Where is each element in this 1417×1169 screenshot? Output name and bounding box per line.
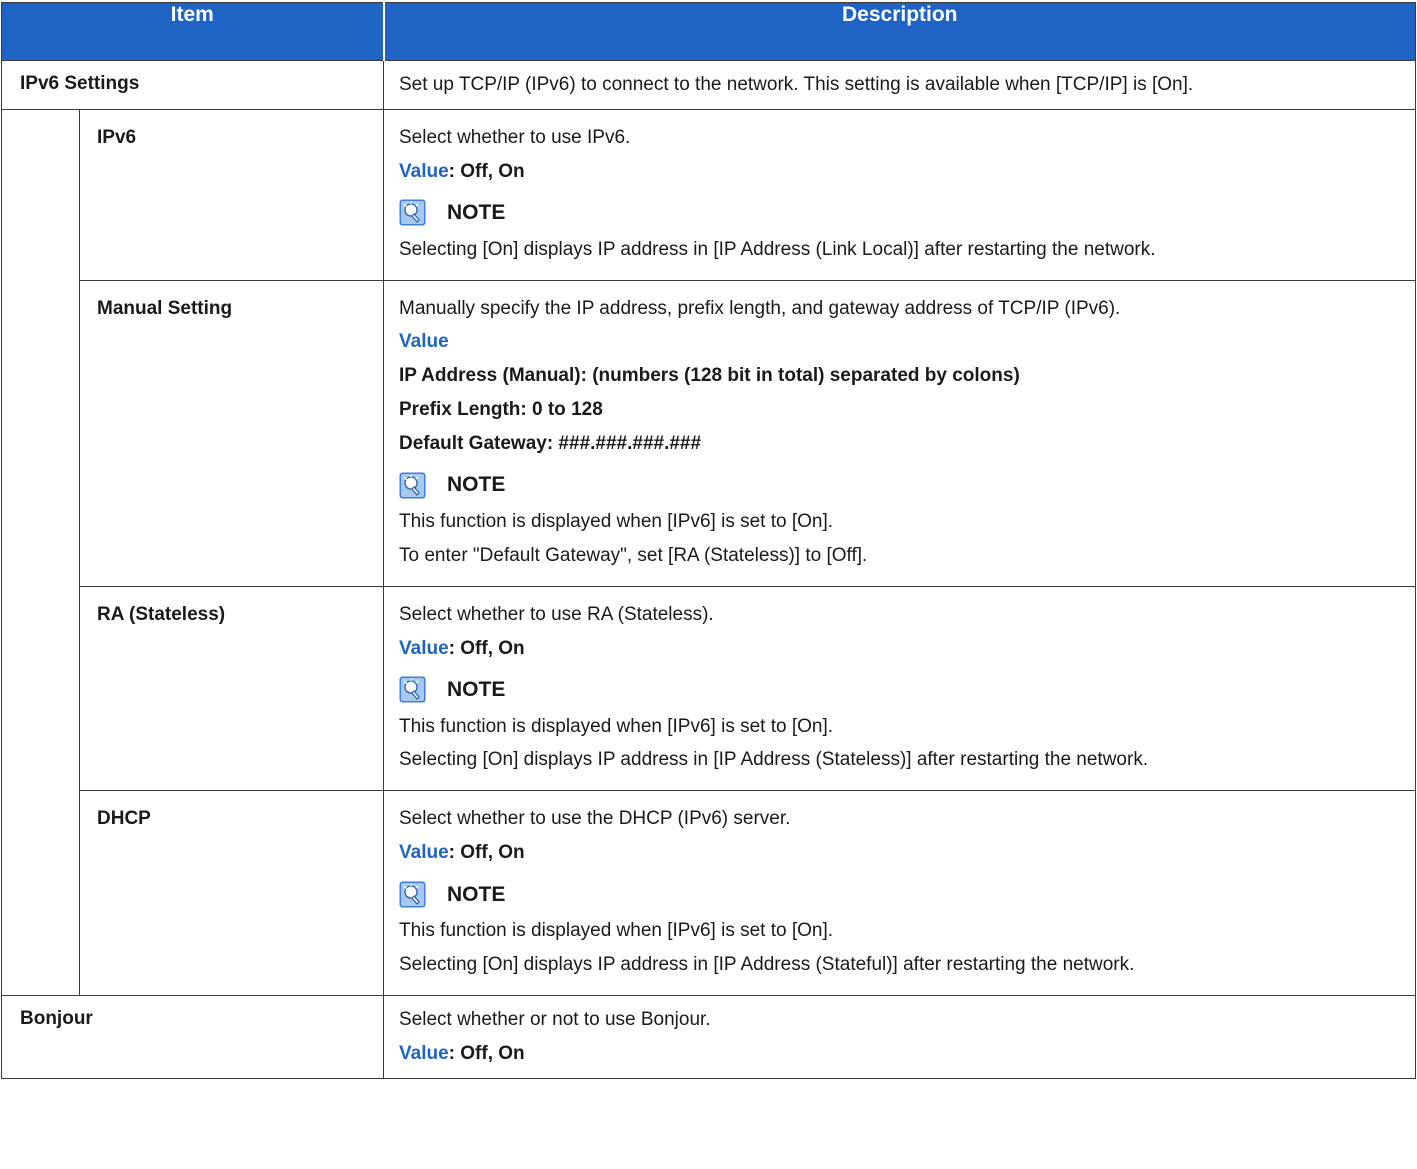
item-bonjour: Bonjour bbox=[1, 994, 384, 1079]
item-ipv6: IPv6 bbox=[79, 108, 384, 281]
description-text: Select whether or not to use Bonjour. bbox=[399, 1008, 711, 1030]
item-manual-setting: Manual Setting bbox=[79, 279, 384, 587]
value-default-gateway: Default Gateway: ###.###.###.### bbox=[399, 433, 702, 455]
note-title: NOTE bbox=[447, 678, 506, 702]
note-title: NOTE bbox=[447, 473, 506, 497]
table-header-row: Item Description bbox=[1, 2, 1416, 61]
header-description: Description bbox=[382, 2, 1416, 61]
note-lightbulb-icon bbox=[399, 676, 426, 703]
note-lightbulb-icon bbox=[399, 472, 426, 499]
table-row: IPv6 Select whether to use IPv6. Value: … bbox=[1, 108, 1416, 996]
value-text: : Off, On bbox=[448, 160, 525, 182]
description-text: Manually specify the IP address, prefix … bbox=[399, 297, 1121, 319]
note-heading: NOTE bbox=[399, 198, 1403, 228]
note-title: NOTE bbox=[447, 882, 506, 906]
item-dhcp: DHCP bbox=[79, 790, 384, 996]
value-label: Value bbox=[399, 160, 449, 182]
value-line: Value: Off, On bbox=[399, 837, 1403, 871]
settings-table: Item Description IPv6 Settings Set up TC… bbox=[1, 2, 1416, 1079]
note-text: To enter "Default Gateway", set [RA (Sta… bbox=[399, 544, 868, 566]
note-heading: NOTE bbox=[399, 879, 1403, 909]
note-heading: NOTE bbox=[399, 470, 1403, 500]
desc-ra-stateless: Select whether to use RA (Stateless). Va… bbox=[383, 585, 1416, 792]
table-row: Manual Setting Manually specify the IP a… bbox=[2, 279, 1416, 587]
note-text: This function is displayed when [IPv6] i… bbox=[399, 511, 834, 533]
note-text: Selecting [On] displays IP address in [I… bbox=[399, 954, 1135, 976]
note-text: This function is displayed when [IPv6] i… bbox=[399, 920, 834, 942]
note-text: This function is displayed when [IPv6] i… bbox=[399, 715, 834, 737]
description-text: Set up TCP/IP (IPv6) to connect to the n… bbox=[399, 74, 1194, 95]
value-line: Value: Off, On bbox=[399, 156, 1403, 190]
value-line: Value: Off, On bbox=[399, 1038, 1403, 1072]
table-row: RA (Stateless) Select whether to use RA … bbox=[2, 585, 1416, 792]
table-row: IPv6 Settings Set up TCP/IP (IPv6) to co… bbox=[1, 60, 1416, 110]
desc-dhcp: Select whether to use the DHCP (IPv6) se… bbox=[383, 790, 1416, 996]
description-text: Select whether to use IPv6. bbox=[399, 126, 631, 148]
value-text: : Off, On bbox=[448, 637, 525, 659]
value-label: Value bbox=[399, 1042, 449, 1064]
description-text: Select whether to use the DHCP (IPv6) se… bbox=[399, 808, 791, 830]
value-text: : Off, On bbox=[448, 842, 525, 864]
value-label: Value bbox=[399, 331, 449, 353]
desc-manual-setting: Manually specify the IP address, prefix … bbox=[383, 279, 1416, 587]
header-item: Item bbox=[1, 2, 384, 61]
item-ipv6-settings: IPv6 Settings bbox=[1, 60, 384, 110]
value-text: : Off, On bbox=[448, 1042, 525, 1064]
value-line: Value: Off, On bbox=[399, 633, 1403, 667]
desc-bonjour: Select whether or not to use Bonjour. Va… bbox=[383, 994, 1416, 1079]
note-title: NOTE bbox=[447, 201, 506, 225]
description-text: Select whether to use RA (Stateless). bbox=[399, 603, 714, 625]
desc-ipv6-settings: Set up TCP/IP (IPv6) to connect to the n… bbox=[383, 60, 1416, 110]
note-lightbulb-icon bbox=[399, 881, 426, 908]
value-ip-address: IP Address (Manual): (numbers (128 bit i… bbox=[399, 365, 1020, 387]
note-lightbulb-icon bbox=[399, 199, 426, 226]
desc-ipv6: Select whether to use IPv6. Value: Off, … bbox=[383, 108, 1416, 281]
value-label: Value bbox=[399, 842, 449, 864]
note-heading: NOTE bbox=[399, 675, 1403, 705]
note-text: Selecting [On] displays IP address in [I… bbox=[399, 238, 1156, 260]
note-text: Selecting [On] displays IP address in [I… bbox=[399, 749, 1149, 771]
table-row: Bonjour Select whether or not to use Bon… bbox=[1, 994, 1416, 1079]
table-row: DHCP Select whether to use the DHCP (IPv… bbox=[2, 790, 1416, 996]
value-label: Value bbox=[399, 637, 449, 659]
indent-cell bbox=[1, 109, 80, 996]
item-ra-stateless: RA (Stateless) bbox=[79, 585, 384, 792]
value-prefix-length: Prefix Length: 0 to 128 bbox=[399, 399, 603, 421]
